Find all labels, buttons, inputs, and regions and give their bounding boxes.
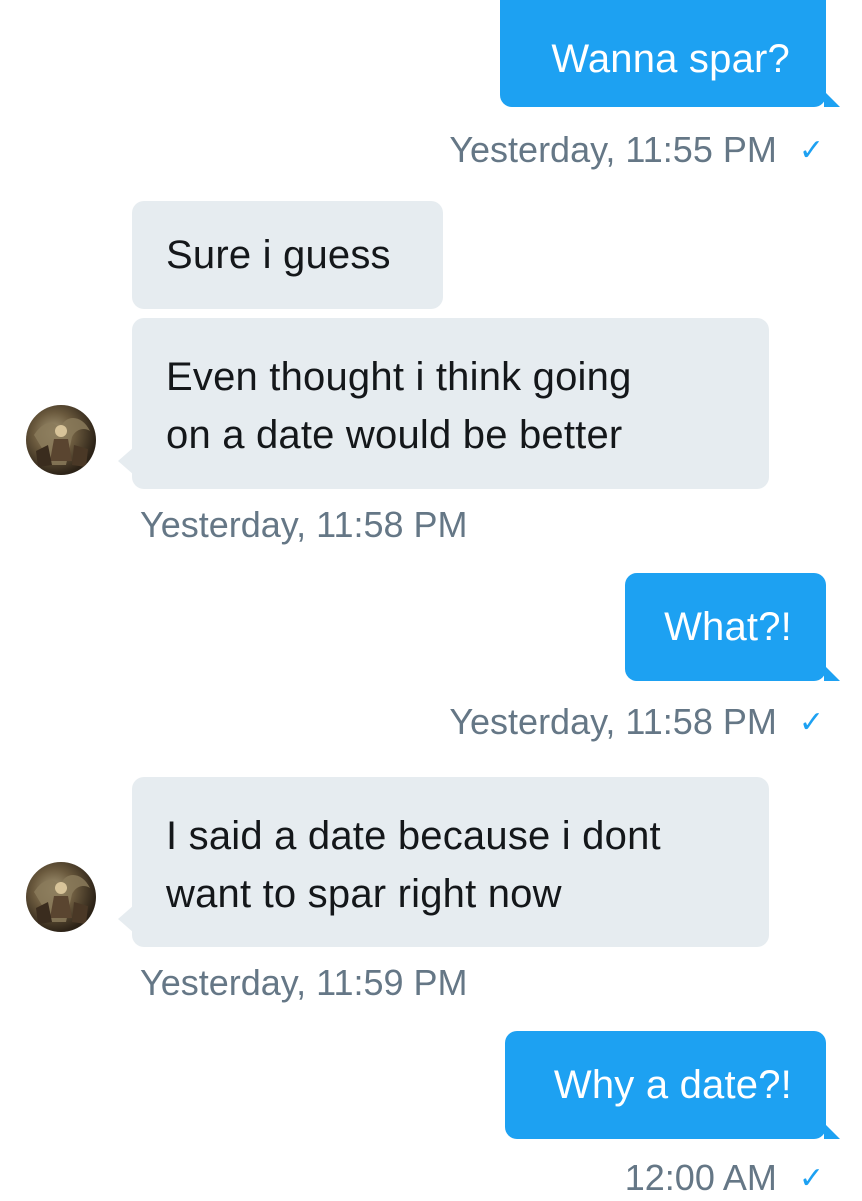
- message-text: Wanna spar?: [551, 37, 790, 81]
- timestamp-text: 12:00 AM: [624, 1157, 777, 1198]
- message-bubble-incoming[interactable]: Even thought i think going on a date wou…: [118, 318, 769, 489]
- avatar-image: [34, 875, 90, 924]
- timestamp-text: Yesterday, 11:58 PM: [140, 504, 468, 545]
- message-text: Why a date?!: [553, 1063, 792, 1107]
- message-line: I said a date because i dont: [166, 814, 661, 858]
- message-text: What?!: [664, 605, 792, 649]
- checkmark-icon: ✓: [798, 134, 824, 167]
- message-timestamp: Yesterday, 11:59 PM: [140, 961, 468, 1005]
- timestamp-text: Yesterday, 11:59 PM: [140, 962, 468, 1003]
- contact-avatar[interactable]: [26, 405, 96, 475]
- avatar-image: [34, 418, 90, 467]
- message-line: on a date would be better: [166, 413, 623, 457]
- checkmark-icon: ✓: [798, 1162, 824, 1195]
- contact-avatar[interactable]: [26, 862, 96, 932]
- message-bubble-outgoing[interactable]: What?!: [625, 573, 840, 681]
- message-text: Sure i guess: [166, 233, 391, 277]
- message-bubble-incoming[interactable]: I said a date because i dont want to spa…: [118, 777, 769, 947]
- message-line: Even thought i think going: [166, 355, 632, 399]
- message-bubble-incoming[interactable]: Sure i guess: [132, 201, 443, 309]
- message-bubble-outgoing[interactable]: Why a date?!: [505, 1031, 840, 1139]
- message-bubble-outgoing[interactable]: Wanna spar?: [500, 0, 840, 107]
- message-line: want to spar right now: [166, 872, 562, 916]
- timestamp-text: Yesterday, 11:55 PM: [449, 129, 777, 170]
- checkmark-icon: ✓: [798, 706, 824, 739]
- message-timestamp: Yesterday, 11:58 PM: [140, 503, 468, 547]
- message-timestamp: 12:00 AM ✓: [625, 1156, 824, 1201]
- timestamp-text: Yesterday, 11:58 PM: [449, 701, 777, 742]
- message-timestamp: Yesterday, 11:58 PM ✓: [449, 700, 824, 745]
- message-timestamp: Yesterday, 11:55 PM ✓: [449, 128, 824, 173]
